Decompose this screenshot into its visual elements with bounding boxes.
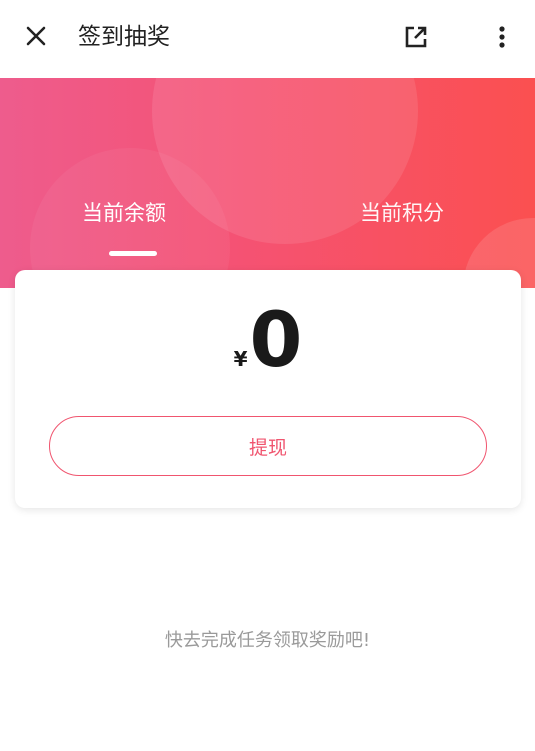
amount-value: 0 [249,295,303,384]
close-icon [26,26,46,46]
more-options-button[interactable] [488,22,516,52]
currency-symbol: ¥ [233,347,248,371]
open-external-icon [405,26,427,48]
page-title: 签到抽奖 [78,24,170,50]
hero-banner: 当前余额 当前积分 [0,78,535,288]
top-bar: 签到抽奖 [0,0,535,78]
active-tab-indicator [109,251,157,256]
close-button[interactable] [22,22,50,50]
balance-amount: ¥0 [15,300,521,380]
tab-current-balance[interactable]: 当前余额 [82,198,166,228]
withdraw-button[interactable]: 提现 [49,416,487,476]
empty-state-hint: 快去完成任务领取奖励吧! [164,630,371,651]
more-vertical-icon [499,26,505,48]
share-button[interactable] [401,22,431,52]
balance-card: ¥0 提现 [15,270,521,508]
tab-current-points[interactable]: 当前积分 [360,198,444,228]
